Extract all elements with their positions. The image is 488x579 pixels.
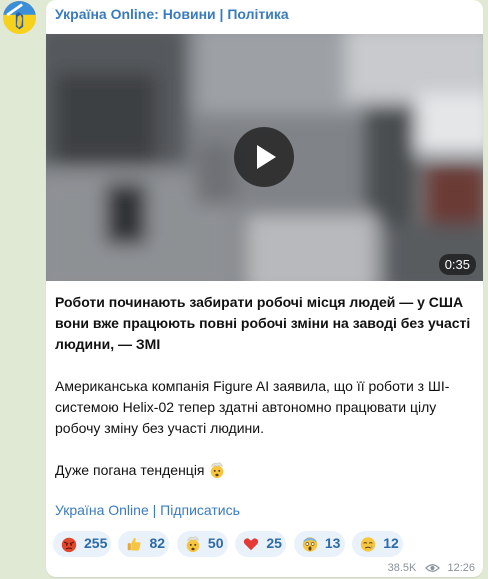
exploding-head-emoji — [211, 462, 224, 479]
reaction-thumbs-up[interactable]: 82 — [118, 531, 170, 557]
reaction-enraged[interactable]: 255 — [53, 531, 111, 557]
views-count: 38.5K — [387, 562, 417, 575]
red-heart-emoji — [244, 538, 259, 551]
reaction-count: 12 — [383, 535, 399, 551]
post-headline: Роботи починають забирати робочі місця л… — [55, 294, 471, 352]
channel-avatar[interactable] — [2, 0, 37, 35]
footer-links: Україна Online | Підписатись — [55, 502, 240, 518]
crying-face-emoji — [361, 537, 376, 552]
message-time: 12:26 — [447, 562, 475, 575]
post-paragraph-2: Дуже погана тенденція — [55, 460, 480, 481]
screaming-face-emoji — [302, 537, 318, 552]
reactions-bar: 255 82 50 25 13 12 — [53, 531, 406, 557]
post-paragraph: Американська компанія Figure AI заявила,… — [55, 378, 450, 436]
reaction-crying[interactable]: 12 — [352, 531, 404, 557]
ukraine-flag-avatar-icon — [3, 1, 36, 34]
reaction-count: 25 — [266, 535, 282, 551]
exploding-head-emoji — [186, 536, 200, 553]
eye-icon — [425, 564, 441, 572]
channel-link[interactable]: Україна Online — [55, 502, 149, 518]
subscribe-link[interactable]: Підписатись — [160, 502, 240, 518]
reaction-count: 50 — [207, 535, 224, 551]
play-button[interactable] — [234, 127, 294, 187]
reaction-count: 82 — [149, 535, 166, 551]
enraged-face-emoji — [61, 537, 77, 553]
video-player[interactable]: 0:35 — [46, 34, 483, 281]
reaction-count: 13 — [324, 535, 341, 551]
reaction-screaming[interactable]: 13 — [293, 531, 345, 557]
reaction-count: 255 — [84, 535, 108, 551]
post-paragraph-2-text: Дуже погана тенденція — [55, 462, 205, 478]
channel-name[interactable]: Україна Online: Новини | Політика — [55, 6, 289, 22]
reaction-heart[interactable]: 25 — [235, 531, 287, 557]
reaction-exploding-head[interactable]: 50 — [176, 531, 228, 557]
video-duration: 0:35 — [438, 254, 476, 275]
message-meta: 38.5K 12:26 — [388, 562, 475, 574]
play-icon — [257, 145, 276, 169]
thumbs-up-emoji — [128, 537, 142, 551]
message-bubble: Україна Online: Новини | Політика 0:35 Р… — [46, 0, 483, 577]
footer-separator: | — [152, 502, 157, 518]
